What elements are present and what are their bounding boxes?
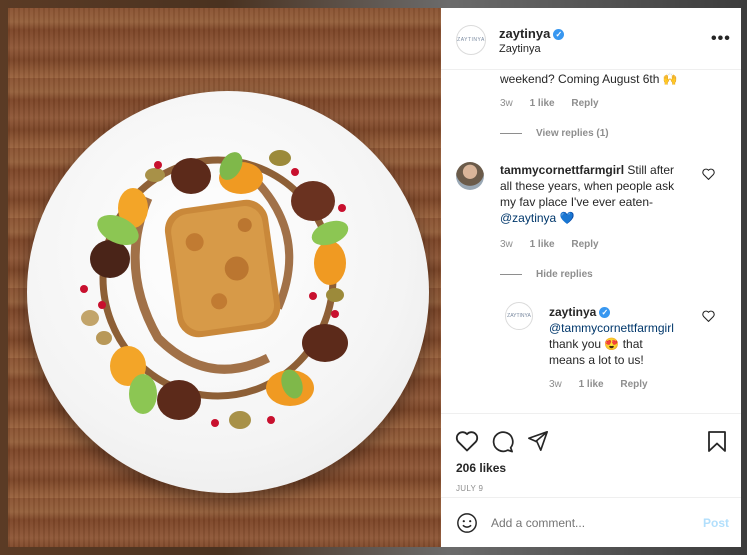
comment-bubble-icon[interactable] (491, 430, 514, 453)
reply-item: zaytinya ✓ @tammycornettfarmgirl thank yo… (549, 304, 699, 368)
reply-button[interactable]: Reply (620, 379, 647, 390)
share-paper-plane-icon[interactable] (527, 430, 549, 452)
reply-like-heart-icon[interactable] (702, 310, 715, 322)
reply-text: that (622, 337, 643, 351)
comment-time[interactable]: 3w (500, 98, 513, 109)
view-replies-label[interactable]: View replies (1) (536, 128, 609, 139)
comment-meta: 3w 1 like Reply (500, 239, 613, 250)
comment-likes[interactable]: 1 like (530, 239, 555, 250)
comment-like-heart-icon[interactable] (702, 168, 715, 180)
blue-heart-emoji: 💙 (559, 211, 575, 225)
hide-replies-toggle[interactable]: Hide replies (500, 269, 593, 280)
comment-text: weekend? Coming August 6th 🙌 (500, 72, 678, 86)
post-photo (8, 8, 441, 547)
like-heart-icon[interactable] (455, 430, 479, 452)
hide-replies-label[interactable]: Hide replies (536, 269, 593, 280)
dish-illustration (80, 150, 349, 429)
comment-item: tammycornettfarmgirl Still after all the… (500, 162, 710, 226)
more-options-icon[interactable]: ••• (711, 30, 731, 48)
heart-eyes-emoji: 😍 (604, 337, 620, 351)
reply-text: thank you (549, 337, 602, 351)
mention-link[interactable]: @zaytinya (500, 211, 556, 225)
comment-username[interactable]: tammycornettfarmgirl (500, 163, 624, 177)
post-button[interactable]: Post (703, 516, 729, 530)
emoji-smiley-icon[interactable] (456, 512, 478, 534)
reply-meta: 3w 1 like Reply (549, 379, 662, 390)
reply-username[interactable]: zaytinya (549, 305, 596, 319)
add-comment-bar: Post (441, 497, 741, 547)
divider (500, 133, 522, 134)
comment-likes[interactable]: 1 like (530, 98, 555, 109)
mention-link[interactable]: @tammycornettfarmgirl (549, 320, 699, 336)
divider (500, 274, 522, 275)
comment-time[interactable]: 3w (500, 239, 513, 250)
comment-meta: 3w 1 like Reply (500, 98, 613, 109)
avatar[interactable]: ZAYTINYA (456, 25, 486, 55)
reply-button[interactable]: Reply (571, 239, 598, 250)
save-bookmark-icon[interactable] (707, 430, 727, 453)
verified-badge-icon: ✓ (553, 29, 565, 40)
likes-count[interactable]: 206 likes (456, 461, 506, 475)
comment-text: Still after (627, 163, 675, 177)
comment-text: all these years, when people ask (500, 179, 675, 193)
reply-text: means a lot to us! (549, 353, 644, 367)
post-author-username[interactable]: zaytinya (499, 26, 550, 41)
comments-list[interactable]: weekend? Coming August 6th 🙌 3w 1 like R… (441, 70, 741, 412)
comment-text: my fav place I've ever eaten- (500, 195, 654, 209)
commenter-avatar[interactable] (456, 162, 484, 190)
post-author[interactable]: zaytinya ✓ (499, 26, 565, 41)
post-location[interactable]: Zaytinya (499, 43, 541, 55)
comment-input[interactable] (491, 513, 691, 533)
post-actions: 206 likes JULY 9 (441, 413, 741, 497)
post-side-panel: ZAYTINYA zaytinya ✓ Zaytinya ••• weekend?… (441, 8, 741, 547)
reply-button[interactable]: Reply (571, 98, 598, 109)
post-date[interactable]: JULY 9 (456, 484, 483, 493)
reply-likes[interactable]: 1 like (579, 379, 604, 390)
reply-time[interactable]: 3w (549, 379, 562, 390)
post-header: ZAYTINYA zaytinya ✓ Zaytinya ••• (441, 8, 741, 70)
reply-avatar[interactable]: ZAYTINYA (505, 302, 533, 330)
view-replies-toggle[interactable]: View replies (1) (500, 128, 609, 139)
verified-badge-icon: ✓ (599, 307, 611, 318)
